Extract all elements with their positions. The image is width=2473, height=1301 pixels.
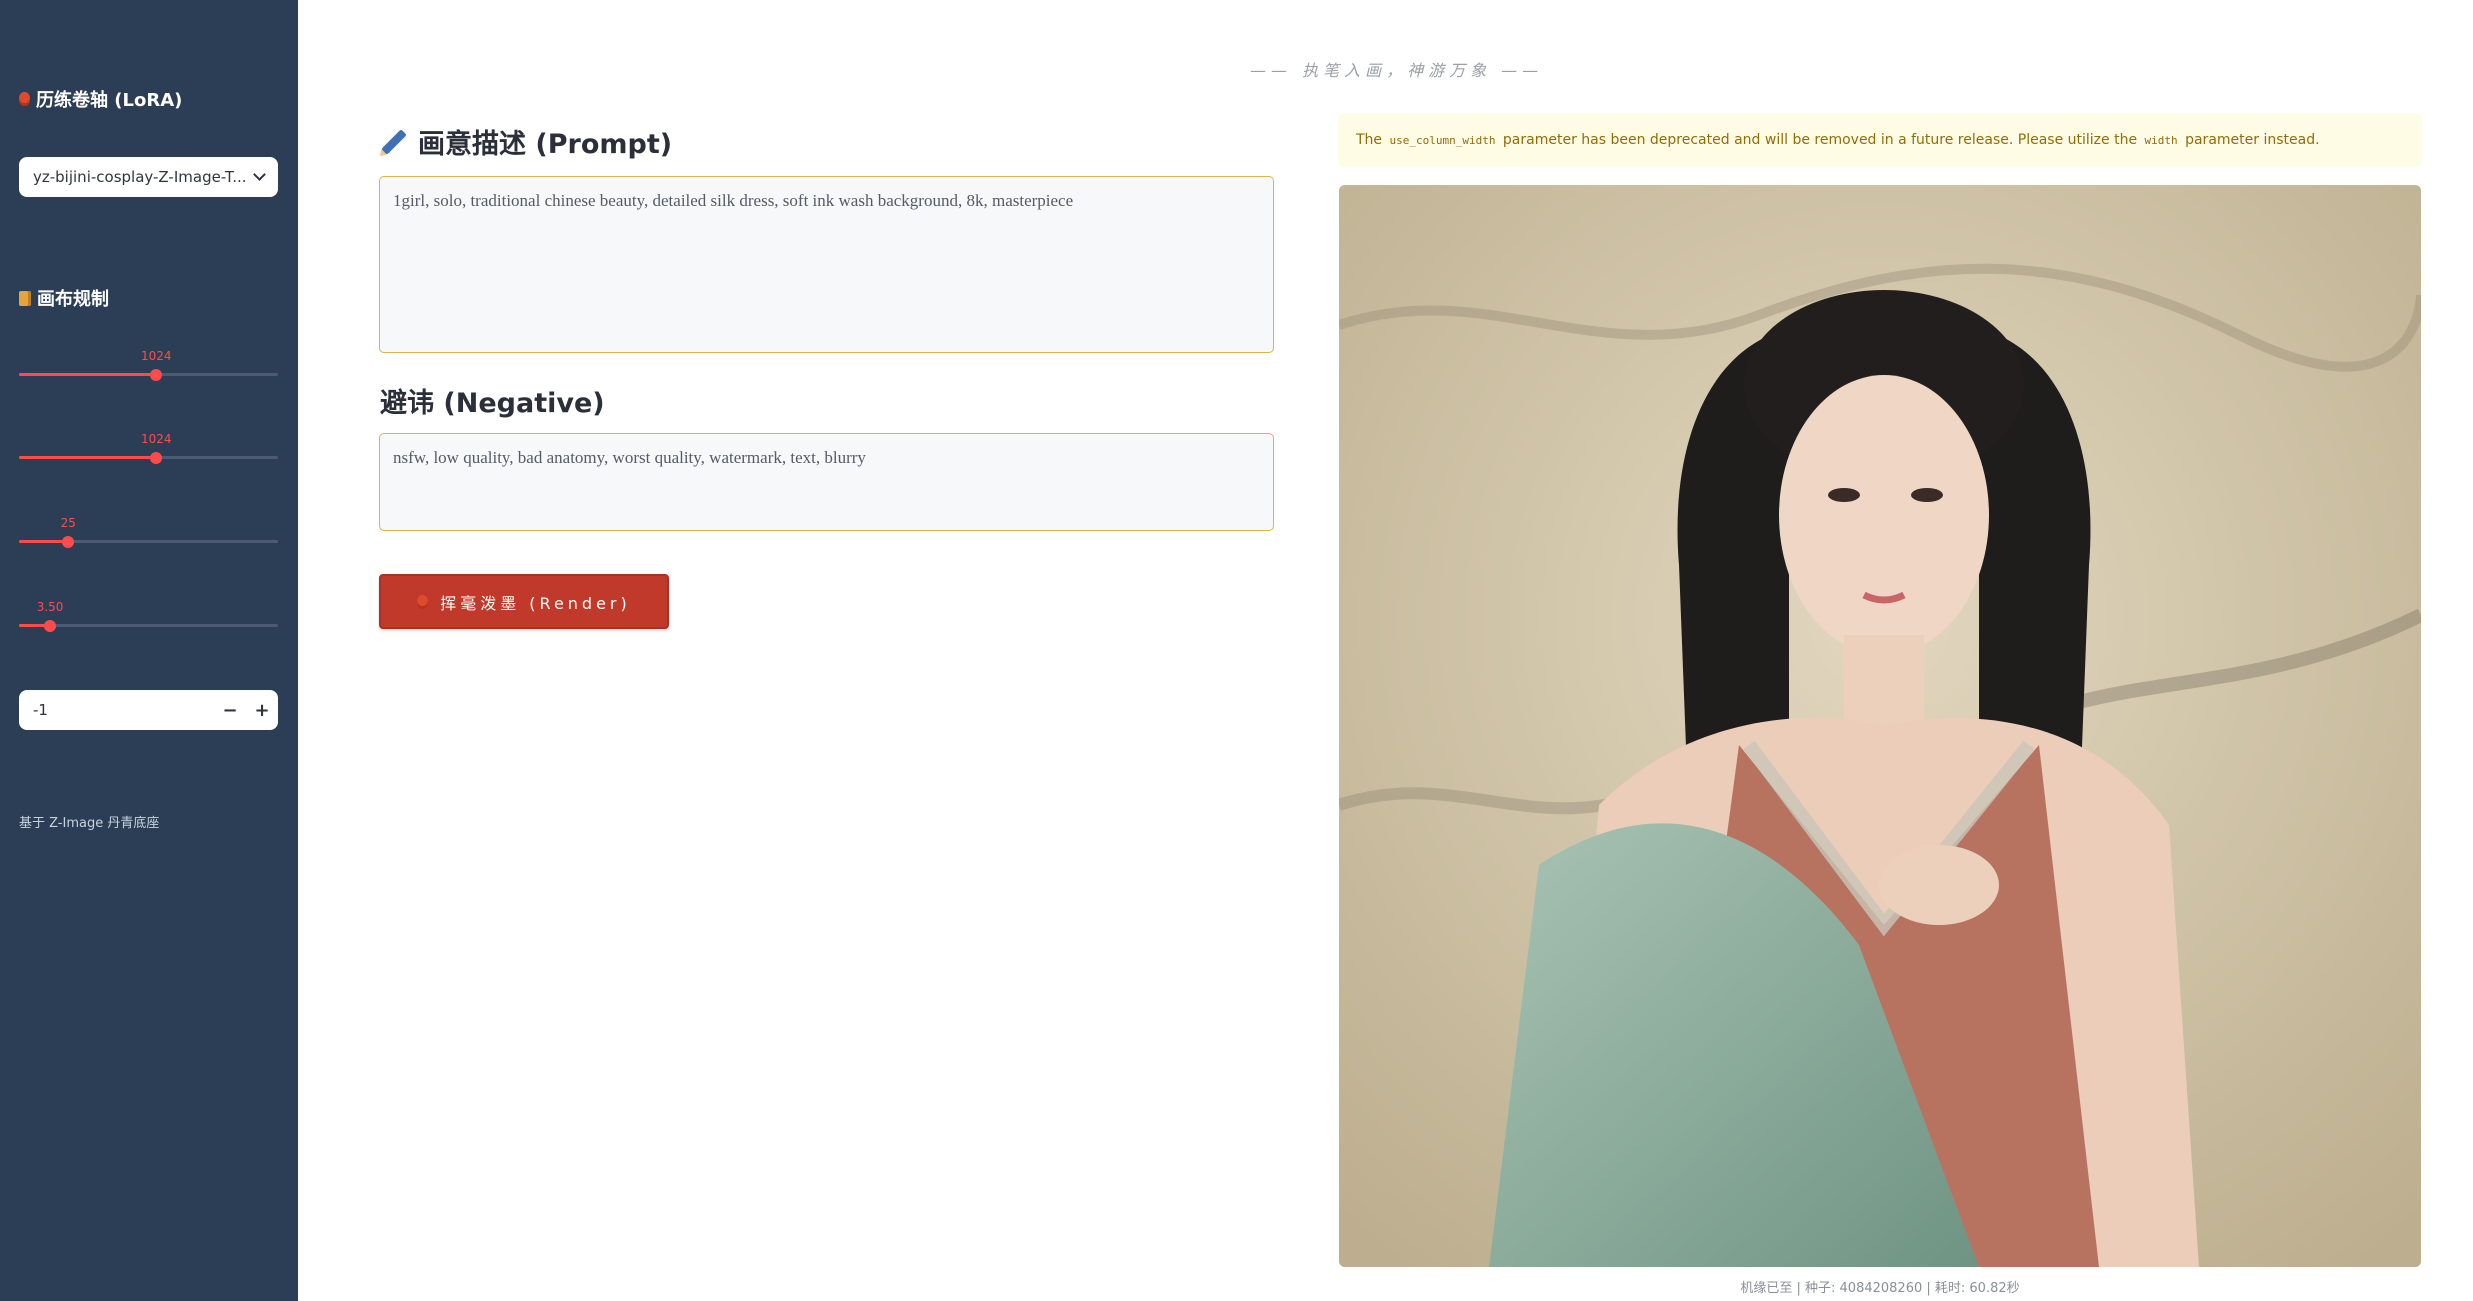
slider-thumb[interactable] bbox=[44, 620, 57, 632]
canvas-section-title: 画布规制 bbox=[19, 285, 109, 311]
slider-track bbox=[19, 624, 278, 627]
slider-value: 25 bbox=[60, 516, 76, 530]
sidebar: 历练卷轴 (LoRA) yz-bijini-cosplay-Z-Image-T.… bbox=[0, 0, 298, 1301]
warning-text: parameter has been deprecated and will b… bbox=[1502, 132, 2138, 148]
render-button[interactable]: 挥毫泼墨 (Render) bbox=[379, 574, 669, 629]
lora-title-text: 历练卷轴 (LoRA) bbox=[36, 90, 183, 111]
lantern-icon bbox=[19, 92, 30, 106]
warning-text: The bbox=[1356, 132, 1383, 148]
deprecation-warning: The use_column_width parameter has been … bbox=[1338, 113, 2422, 167]
prompt-textarea[interactable]: 1girl, solo, traditional chinese beauty,… bbox=[379, 176, 1274, 353]
sidebar-footer: 基于 Z-Image 丹青底座 bbox=[19, 816, 160, 831]
generated-image-illustration bbox=[1339, 185, 2421, 1267]
slider-value: 1024 bbox=[140, 432, 172, 446]
chevron-down-icon bbox=[253, 168, 266, 181]
scroll-icon bbox=[19, 290, 31, 306]
slider-fill bbox=[19, 373, 157, 376]
image-caption: 机缘已至 | 种子: 4084208260 | 耗时: 60.82秒 bbox=[1740, 1281, 2020, 1296]
pencil-icon bbox=[381, 128, 407, 155]
slider-fill bbox=[19, 540, 69, 543]
slider-thumb[interactable] bbox=[150, 452, 163, 464]
slider-fill bbox=[19, 456, 157, 459]
warning-code: use_column_width bbox=[1389, 133, 1496, 147]
slider-value: 1024 bbox=[140, 349, 172, 363]
lora-select-value: yz-bijini-cosplay-Z-Image-T... bbox=[33, 168, 247, 186]
slider-value: 3.50 bbox=[36, 600, 64, 614]
width-slider[interactable]: 1024 bbox=[19, 349, 278, 384]
lantern-icon bbox=[417, 594, 429, 609]
seed-increment-button[interactable]: + bbox=[246, 700, 278, 721]
seed-input[interactable]: -1 − + bbox=[19, 690, 278, 730]
prompt-heading-text: 画意描述 (Prompt) bbox=[418, 129, 673, 160]
negative-textarea[interactable]: nsfw, low quality, bad anatomy, worst qu… bbox=[379, 433, 1274, 531]
cfg-slider[interactable]: 3.50 bbox=[19, 600, 278, 635]
slider-thumb[interactable] bbox=[150, 369, 163, 381]
slider-thumb[interactable] bbox=[62, 536, 75, 548]
steps-slider[interactable]: 25 bbox=[19, 516, 278, 551]
seed-value[interactable]: -1 bbox=[19, 701, 214, 719]
negative-heading-text: 避讳 (Negative) bbox=[380, 388, 605, 419]
generated-image bbox=[1339, 185, 2421, 1267]
warning-text: parameter instead. bbox=[2185, 132, 2320, 148]
canvas-title-text: 画布规制 bbox=[37, 289, 109, 310]
prompt-heading: 画意描述 (Prompt) bbox=[380, 122, 672, 161]
render-button-label: 挥毫泼墨 (Render) bbox=[440, 593, 631, 613]
negative-heading: 避讳 (Negative) bbox=[380, 381, 605, 420]
seed-decrement-button[interactable]: − bbox=[214, 700, 246, 721]
page-subtitle: —— 执笔入画，神游万象 —— bbox=[1250, 61, 1544, 80]
warning-code: width bbox=[2144, 133, 2178, 147]
height-slider[interactable]: 1024 bbox=[19, 432, 278, 467]
lora-section-title: 历练卷轴 (LoRA) bbox=[19, 86, 182, 112]
lora-select[interactable]: yz-bijini-cosplay-Z-Image-T... bbox=[19, 157, 278, 197]
